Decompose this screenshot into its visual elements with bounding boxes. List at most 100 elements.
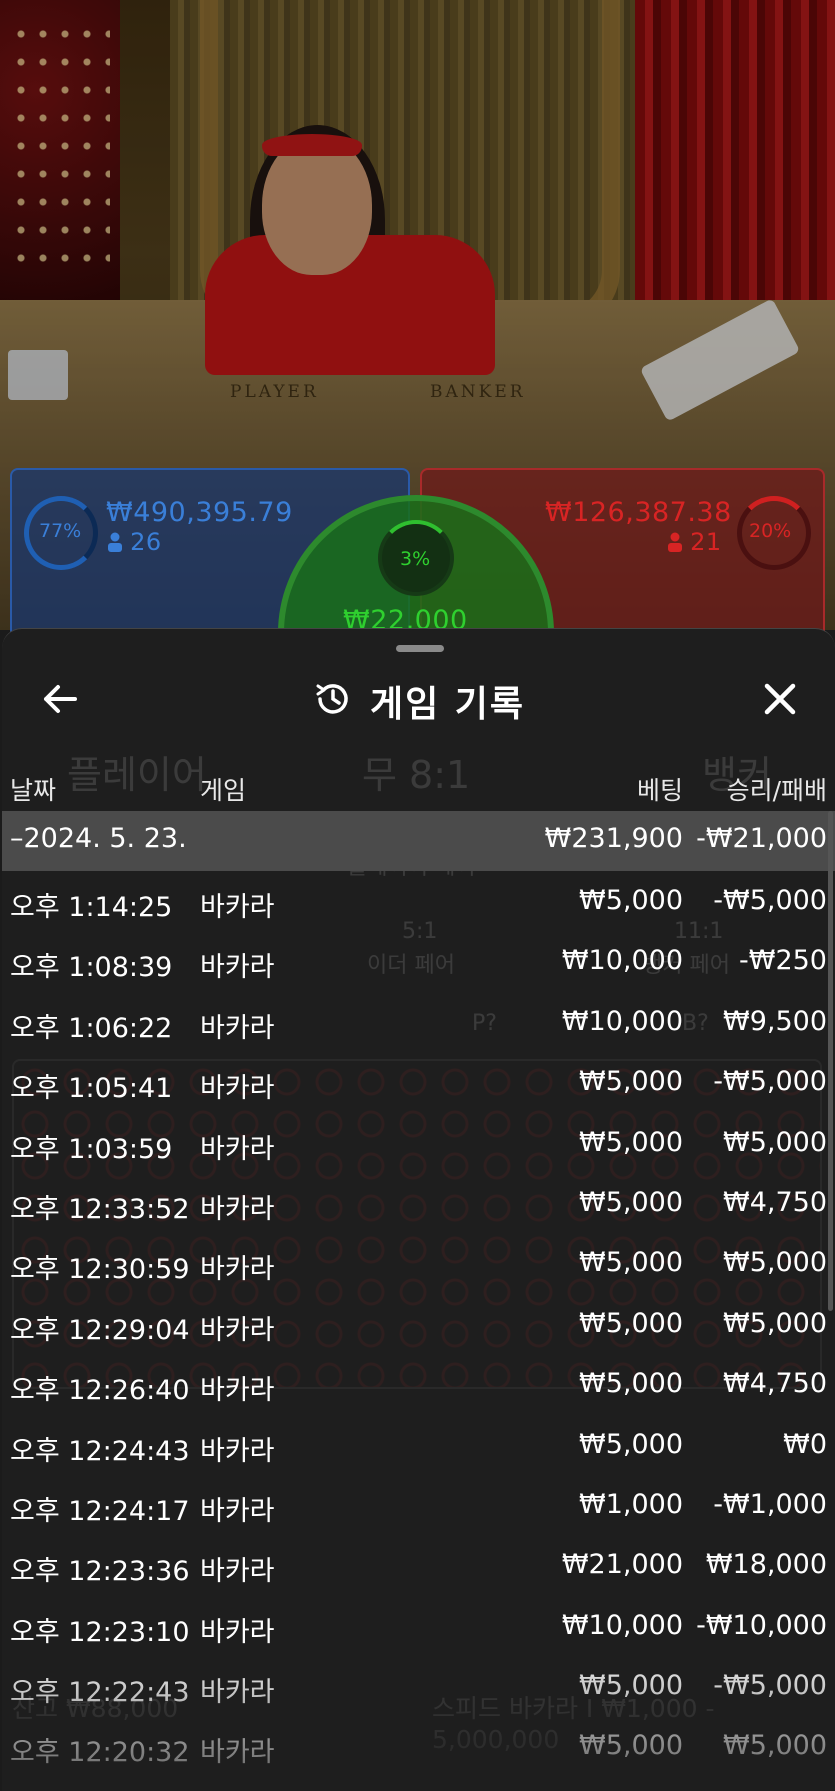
row-bet: ₩5,000 <box>579 1126 683 1158</box>
back-button[interactable] <box>30 671 90 731</box>
row-time: 오후 1:03:59 <box>10 1133 173 1165</box>
sheet-header: 게임 기록 <box>314 671 525 731</box>
row-time: 오후 12:26:40 <box>10 1375 190 1407</box>
row-time: 오후 12:20:32 <box>10 1737 190 1769</box>
row-result: -₩5,000 <box>713 1066 827 1098</box>
row-game: 바카라 <box>200 1616 275 1648</box>
row-game: 바카라 <box>200 1073 275 1105</box>
history-row[interactable]: 오후 1:14:25 바카라 ₩5,000 -₩5,000 <box>2 871 835 931</box>
row-bet: ₩5,000 <box>579 1368 683 1400</box>
row-time: 오후 1:08:39 <box>10 952 173 984</box>
history-row[interactable]: 오후 1:05:41 바카라 ₩5,000 -₩5,000 <box>2 1052 835 1112</box>
row-result: ₩5,000 <box>723 1126 827 1158</box>
row-bet: ₩5,000 <box>579 1247 683 1279</box>
row-time: 오후 12:33:52 <box>10 1193 190 1225</box>
date-group-bet-total: ₩231,900 <box>544 823 683 854</box>
row-game: 바카라 <box>200 952 275 984</box>
player-percent: 77% <box>39 520 82 542</box>
arrow-left-icon <box>43 684 77 718</box>
date-group-result-total: -₩21,000 <box>696 823 827 854</box>
row-result: -₩1,000 <box>713 1488 827 1520</box>
row-time: 오후 1:06:22 <box>10 1012 173 1044</box>
history-row[interactable]: 오후 12:26:40 바카라 ₩5,000 ₩4,750 <box>2 1354 835 1414</box>
row-game: 바카라 <box>200 1556 275 1588</box>
row-result: ₩5,000 <box>723 1730 827 1762</box>
row-result: -₩5,000 <box>713 1670 827 1702</box>
row-time: 오후 12:29:04 <box>10 1314 190 1346</box>
scrollbar[interactable] <box>828 811 833 1311</box>
row-game: 바카라 <box>200 892 275 923</box>
banker-count: 21 <box>690 528 722 556</box>
row-bet: ₩5,000 <box>579 885 683 916</box>
row-result: -₩250 <box>739 945 827 977</box>
row-bet: ₩10,000 <box>561 1609 683 1641</box>
game-history-sheet: 플레이어 무 8:1 뱅커 11:1 플레이어 페어 5:1 이더 페어 11:… <box>2 628 835 1791</box>
history-row[interactable]: 오후 12:20:32 바카라 ₩5,000 ₩5,000 <box>2 1716 835 1776</box>
row-bet: ₩5,000 <box>579 1066 683 1098</box>
history-list: 오후 1:14:25 바카라 ₩5,000 -₩5,000 오후 1:08:39 바카라 ₩… <box>2 871 835 1777</box>
player-count: 26 <box>130 528 162 556</box>
history-row[interactable]: 오후 12:33:52 바카라 ₩5,000 ₩4,750 <box>2 1173 835 1233</box>
row-bet: ₩5,000 <box>579 1428 683 1460</box>
row-bet: ₩5,000 <box>579 1186 683 1218</box>
date-group-row[interactable]: –2024. 5. 23. ₩231,900 -₩21,000 <box>2 811 835 871</box>
player-amount: ₩490,395.79 <box>106 497 293 528</box>
row-game: 바카라 <box>200 1737 275 1769</box>
row-time: 오후 1:05:41 <box>10 1073 173 1105</box>
row-time: 오후 12:23:36 <box>10 1556 190 1588</box>
row-result: ₩9,500 <box>723 1005 827 1037</box>
column-header-row: 날짜 게임 베팅 승리/패배 <box>2 761 835 811</box>
history-row[interactable]: 오후 12:29:04 바카라 ₩5,000 ₩5,000 <box>2 1294 835 1354</box>
banker-count-row: 21 <box>668 528 722 556</box>
row-bet: ₩21,000 <box>561 1549 683 1581</box>
close-icon <box>764 683 796 719</box>
tie-percent: 3% <box>400 548 431 570</box>
history-row[interactable]: 오후 12:24:43 바카라 ₩5,000 ₩0 <box>2 1415 835 1475</box>
row-game: 바카라 <box>200 1254 275 1286</box>
row-time: 오후 12:24:17 <box>10 1495 190 1527</box>
close-button[interactable] <box>750 671 810 731</box>
row-result: ₩18,000 <box>705 1549 827 1581</box>
row-time: 오후 1:14:25 <box>10 892 173 923</box>
row-bet: ₩5,000 <box>579 1670 683 1702</box>
row-time: 오후 12:24:43 <box>10 1435 190 1467</box>
row-result: ₩5,000 <box>723 1307 827 1339</box>
row-result: ₩5,000 <box>723 1247 827 1279</box>
sheet-drag-handle[interactable] <box>396 645 444 652</box>
history-row[interactable]: 오후 12:23:36 바카라 ₩21,000 ₩18,000 <box>2 1535 835 1595</box>
history-row[interactable]: 오후 1:08:39 바카라 ₩10,000 -₩250 <box>2 931 835 991</box>
row-result: ₩4,750 <box>723 1368 827 1400</box>
row-time: 오후 12:30:59 <box>10 1254 190 1286</box>
row-result: -₩5,000 <box>713 885 827 916</box>
history-clock-icon <box>314 680 352 722</box>
banker-percent: 20% <box>749 520 792 542</box>
history-row[interactable]: 오후 12:24:17 바카라 ₩1,000 -₩1,000 <box>2 1475 835 1535</box>
player-count-row: 26 <box>108 528 162 556</box>
row-game: 바카라 <box>200 1193 275 1225</box>
row-result: -₩10,000 <box>696 1609 827 1641</box>
row-game: 바카라 <box>200 1435 275 1467</box>
history-row[interactable]: 오후 12:23:10 바카라 ₩10,000 -₩10,000 <box>2 1596 835 1656</box>
column-date: 날짜 <box>10 776 57 805</box>
history-row[interactable]: 오후 12:30:59 바카라 ₩5,000 ₩5,000 <box>2 1233 835 1293</box>
row-game: 바카라 <box>200 1495 275 1527</box>
row-game: 바카라 <box>200 1012 275 1044</box>
row-result: ₩4,750 <box>723 1186 827 1218</box>
row-game: 바카라 <box>200 1677 275 1709</box>
row-bet: ₩10,000 <box>561 1005 683 1037</box>
row-time: 오후 12:23:10 <box>10 1616 190 1648</box>
banker-amount: ₩126,387.38 <box>545 497 732 528</box>
history-row[interactable]: 오후 1:06:22 바카라 ₩10,000 ₩9,500 <box>2 992 835 1052</box>
sheet-title: 게임 기록 <box>370 684 526 725</box>
row-bet: ₩10,000 <box>561 945 683 977</box>
date-group-label: –2024. 5. 23. <box>10 823 187 854</box>
history-row[interactable]: 오후 1:03:59 바카라 ₩5,000 ₩5,000 <box>2 1113 835 1173</box>
row-result: ₩0 <box>783 1428 827 1460</box>
row-game: 바카라 <box>200 1314 275 1346</box>
column-bet: 베팅 <box>636 776 683 805</box>
row-bet: ₩5,000 <box>579 1730 683 1762</box>
person-icon <box>108 530 122 552</box>
column-result: 승리/패배 <box>726 776 827 805</box>
row-bet: ₩5,000 <box>579 1307 683 1339</box>
history-row[interactable]: 오후 12:22:43 바카라 ₩5,000 -₩5,000 <box>2 1656 835 1716</box>
